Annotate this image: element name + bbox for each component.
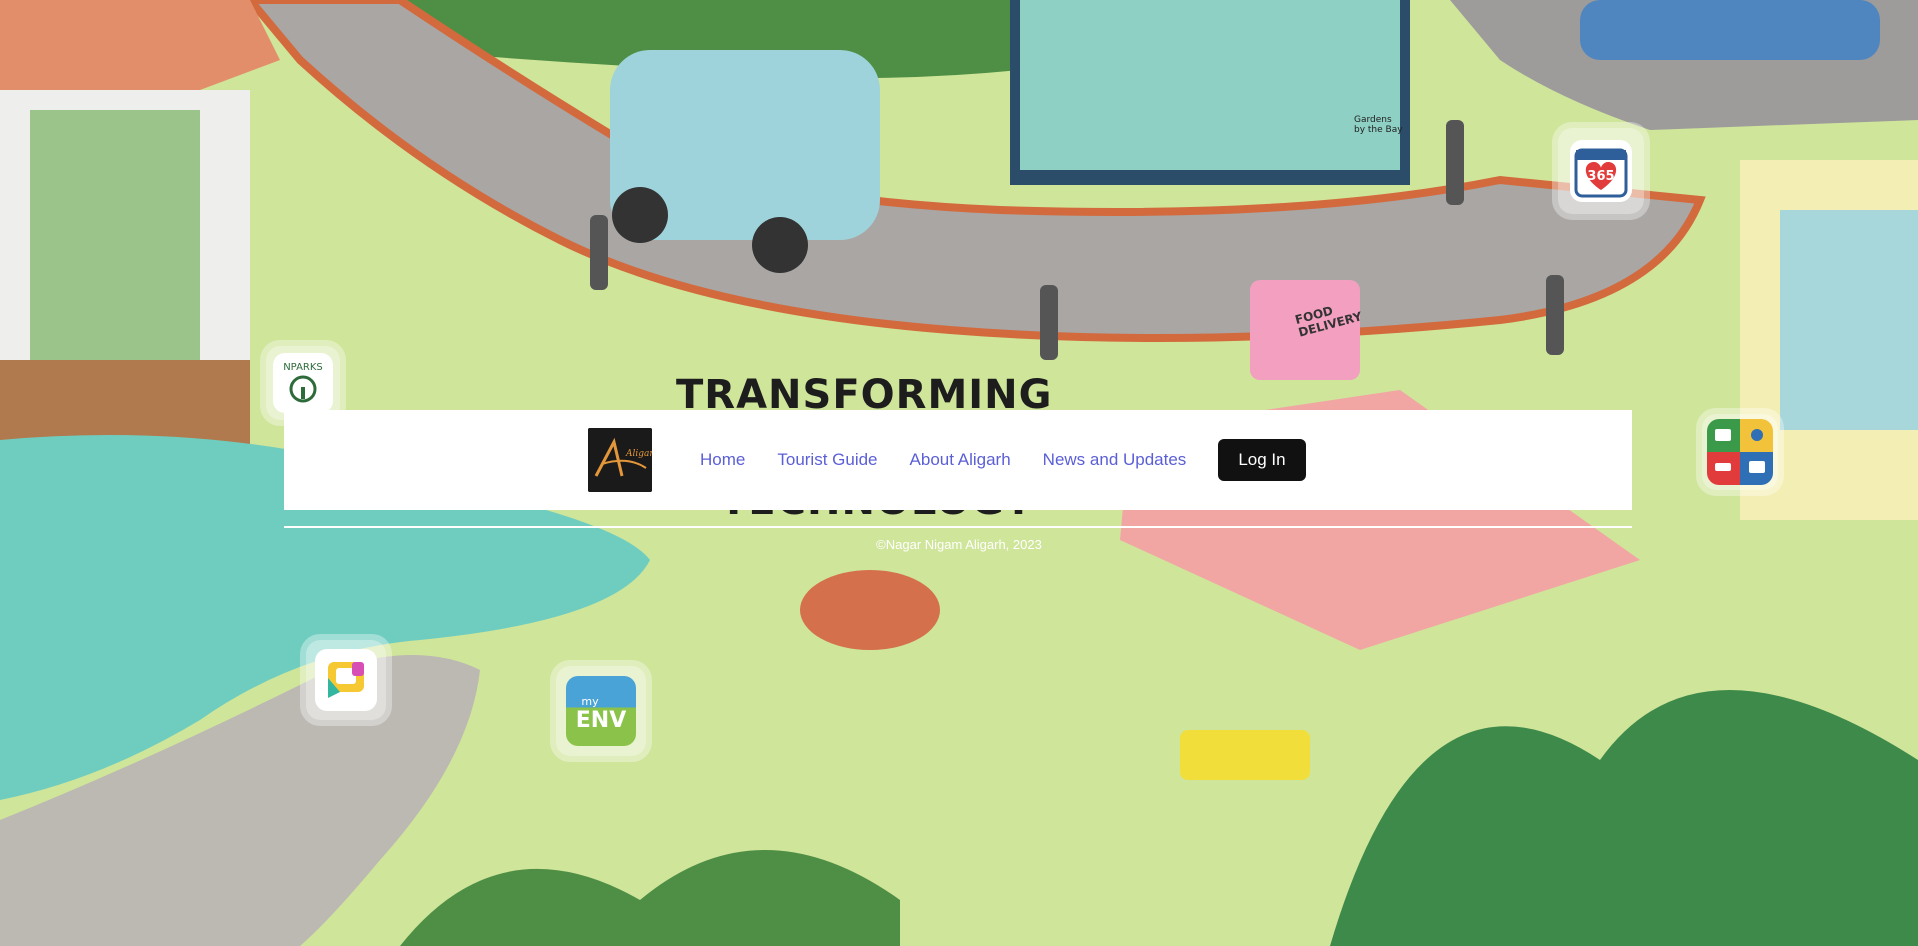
- nparks-app-icon[interactable]: NPARKS: [266, 346, 340, 420]
- calendar-365-app-icon[interactable]: 365: [1558, 128, 1644, 214]
- logo-mark-icon: Aligarh: [588, 428, 652, 492]
- top-navbar: Aligarh Home Tourist Guide About Aligarh…: [284, 410, 1632, 510]
- nav-link-news-updates[interactable]: News and Updates: [1043, 450, 1187, 470]
- nav-link-tourist-guide[interactable]: Tourist Guide: [777, 450, 877, 470]
- nav-link-home[interactable]: Home: [700, 450, 745, 470]
- chat-app-icon[interactable]: [306, 640, 386, 720]
- myenv-app-icon[interactable]: my ENV: [556, 666, 646, 756]
- chat-bubble-icon: [328, 662, 364, 698]
- copyright-text: ©Nagar Nigam Aligarh, 2023: [876, 537, 1042, 552]
- nav-inner: Aligarh Home Tourist Guide About Aligarh…: [588, 428, 1306, 492]
- footer-divider: [284, 526, 1632, 528]
- tree-recycle-icon: [289, 375, 317, 402]
- transport-grid-icon: [1707, 419, 1773, 485]
- calendar-365-label: 365: [1587, 169, 1614, 184]
- myenv-small-label: my: [581, 695, 599, 708]
- illustrated-park-scene: FOOD DELIVERY Gardens by the Bay TRANSFO…: [0, 0, 1918, 946]
- nparks-label: NPARKS: [283, 361, 323, 373]
- myenv-big-label: ENV: [575, 708, 627, 733]
- login-button[interactable]: Log In: [1218, 439, 1306, 481]
- nav-link-about-aligarh[interactable]: About Aligarh: [910, 450, 1011, 470]
- aligarh-logo[interactable]: Aligarh: [588, 428, 652, 492]
- gardens-sign: Gardens by the Bay: [1354, 115, 1403, 135]
- calendar-icon: 365: [1574, 148, 1628, 198]
- transport-app-icon[interactable]: [1702, 414, 1778, 490]
- logo-text: Aligarh: [625, 449, 652, 459]
